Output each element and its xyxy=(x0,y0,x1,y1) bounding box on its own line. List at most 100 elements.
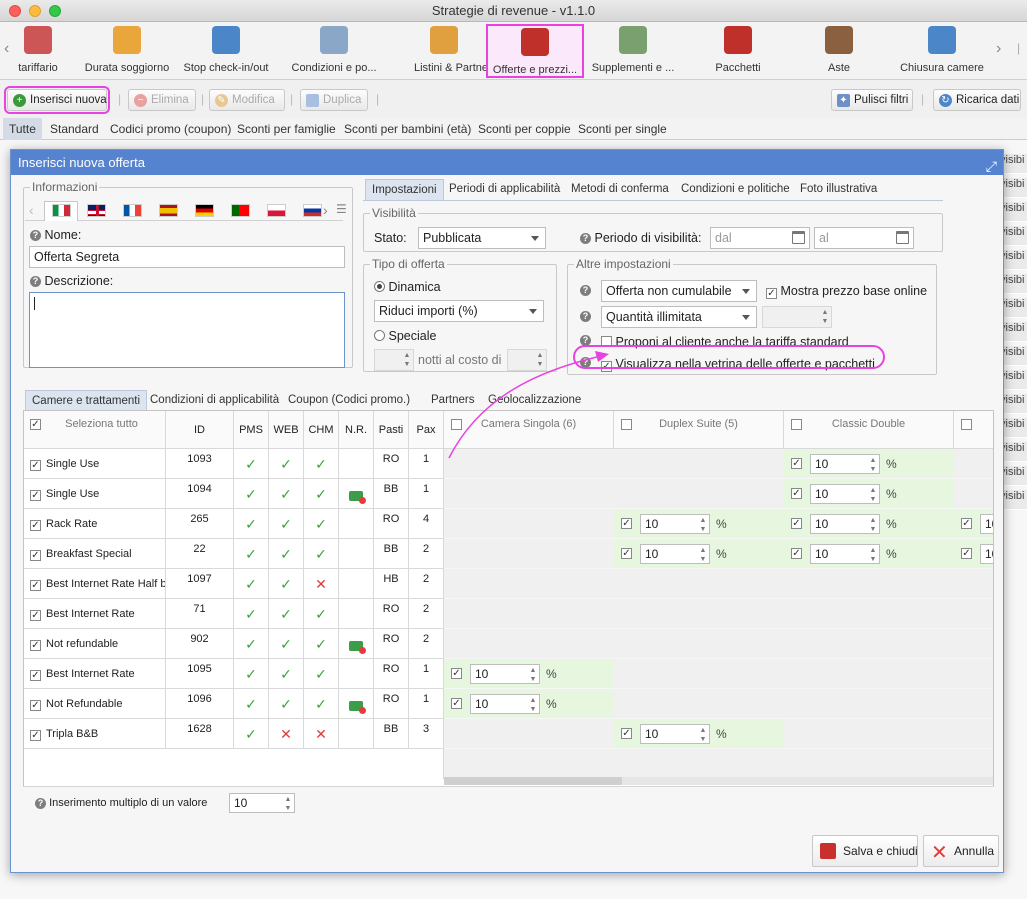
flag-uk-icon[interactable] xyxy=(87,204,106,217)
quantity-stepper[interactable]: ▲ ▼ xyxy=(762,306,832,328)
multi-insert-stepper[interactable]: 10 ▲ ▼ xyxy=(229,793,295,813)
toolbar-item-5[interactable]: Listini & Partners xyxy=(414,24,497,78)
show-base-price-row[interactable]: ✓ Mostra prezzo base online xyxy=(766,284,927,299)
toolbar-item-10[interactable]: Chiusura camere xyxy=(895,24,989,78)
duplicate-button[interactable]: Duplica xyxy=(300,89,368,111)
row-checkbox[interactable]: ✓ xyxy=(30,580,41,591)
room-percent-stepper[interactable]: 10▲▼ xyxy=(980,544,993,564)
row-checkbox[interactable]: ✓ xyxy=(30,700,41,711)
grid-cell-name[interactable]: ✓ Single Use xyxy=(24,449,166,479)
filter-tab-2[interactable]: Standard xyxy=(44,118,105,140)
grid-header-name[interactable]: ✓ Seleziona tutto xyxy=(24,411,166,449)
row-checkbox[interactable]: ✓ xyxy=(30,730,41,741)
help-icon[interactable]: ? xyxy=(580,233,591,245)
room-percent-stepper[interactable]: 10▲▼ xyxy=(810,514,880,534)
room-rate-checkbox[interactable]: ✓ xyxy=(451,698,462,709)
filter-tab-4[interactable]: Sconti per famiglie xyxy=(231,118,342,140)
room-percent-stepper[interactable]: 10▲▼ xyxy=(640,514,710,534)
name-input[interactable]: Offerta Segreta xyxy=(29,246,345,268)
flag-italy-icon[interactable] xyxy=(52,204,71,217)
toolbar-item-7[interactable]: Supplementi e ... xyxy=(588,24,678,78)
special-radio[interactable] xyxy=(374,330,385,341)
room-percent-stepper[interactable]: 10▲▼ xyxy=(640,724,710,744)
expand-icon[interactable]: ⤢ xyxy=(986,154,997,179)
toolbar-item-2[interactable]: Durata soggiorno xyxy=(80,24,174,78)
row-checkbox[interactable]: ✓ xyxy=(30,670,41,681)
toolbar-item-9[interactable]: Aste xyxy=(805,24,873,78)
flag-portugal-icon[interactable] xyxy=(231,204,250,217)
room-column-header[interactable]: Classic Double xyxy=(784,411,954,449)
room-rate-checkbox[interactable]: ✓ xyxy=(621,518,632,529)
nights-stepper[interactable]: ▲ ▼ xyxy=(374,349,414,371)
toolbar-item-1[interactable]: tariffario xyxy=(12,24,64,78)
filter-tab-1[interactable]: Tutte xyxy=(3,118,42,140)
cancel-button[interactable]: ✕ Annulla xyxy=(923,835,999,867)
horizontal-scroll-thumb[interactable] xyxy=(444,777,622,785)
room-rate-checkbox[interactable]: ✓ xyxy=(621,728,632,739)
settings-tab-5[interactable]: Foto illustrativa xyxy=(794,179,883,200)
add-new-button[interactable]: + Inserisci nuova xyxy=(4,86,110,114)
grid-tab-2[interactable]: Condizioni di applicabilità xyxy=(144,390,285,411)
reload-data-button[interactable]: ↻ Ricarica dati xyxy=(933,89,1021,111)
flag-germany-icon[interactable] xyxy=(195,204,214,217)
toolbar-item-3[interactable]: Stop check-in/out xyxy=(180,24,272,78)
settings-tab-3[interactable]: Metodi di conferma xyxy=(565,179,675,200)
filter-tab-7[interactable]: Sconti per single xyxy=(572,118,673,140)
grid-cell-name[interactable]: ✓ Best Internet Rate xyxy=(24,659,166,689)
grid-cell-name[interactable]: ✓ Breakfast Special xyxy=(24,539,166,569)
list-icon[interactable]: ☰ xyxy=(336,202,347,216)
room-column-checkbox[interactable] xyxy=(791,419,802,430)
filter-tab-6[interactable]: Sconti per coppie xyxy=(472,118,577,140)
grid-cell-name[interactable]: ✓ Rack Rate xyxy=(24,509,166,539)
show-base-price-checkbox[interactable]: ✓ xyxy=(766,288,777,299)
filter-tab-5[interactable]: Sconti per bambini (età) xyxy=(338,118,477,140)
room-rate-checkbox[interactable]: ✓ xyxy=(621,548,632,559)
grid-cell-name[interactable]: ✓ Single Use xyxy=(24,479,166,509)
grid-cell-name[interactable]: ✓ Best Internet Rate xyxy=(24,599,166,629)
room-column-checkbox[interactable] xyxy=(621,419,632,430)
toolbar-item-4[interactable]: Condizioni e po... xyxy=(283,24,385,78)
room-rate-checkbox[interactable]: ✓ xyxy=(451,668,462,679)
grid-tab-3[interactable]: Coupon (Codici promo.) xyxy=(282,390,416,411)
row-checkbox[interactable]: ✓ xyxy=(30,640,41,651)
cumulable-select[interactable]: Offerta non cumulabile xyxy=(601,280,757,302)
help-icon[interactable]: ? xyxy=(580,311,591,322)
maximize-window-button[interactable] xyxy=(49,5,61,17)
visibility-to-input[interactable]: al xyxy=(814,227,914,249)
room-rate-checkbox[interactable]: ✓ xyxy=(791,548,802,559)
clear-filters-button[interactable]: ✦ Pulisci filtri xyxy=(831,89,913,111)
calendar-icon[interactable] xyxy=(792,231,805,244)
select-all-checkbox[interactable]: ✓ xyxy=(30,419,41,430)
room-percent-stepper[interactable]: 10▲▼ xyxy=(810,544,880,564)
row-checkbox[interactable]: ✓ xyxy=(30,610,41,621)
flag-russia-icon[interactable] xyxy=(303,204,322,217)
room-rate-checkbox[interactable]: ✓ xyxy=(791,488,802,499)
settings-tab-2[interactable]: Periodi di applicabilità xyxy=(443,179,566,200)
room-rate-checkbox[interactable]: ✓ xyxy=(791,518,802,529)
help-icon[interactable]: ? xyxy=(35,797,46,809)
grid-cell-name[interactable]: ✓ Not refundable xyxy=(24,629,166,659)
grid-cell-name[interactable]: ✓ Not Refundable xyxy=(24,689,166,719)
row-checkbox[interactable]: ✓ xyxy=(30,460,41,471)
special-radio-row[interactable]: Speciale xyxy=(374,329,436,343)
row-checkbox[interactable]: ✓ xyxy=(30,490,41,501)
room-rate-checkbox[interactable]: ✓ xyxy=(961,548,972,559)
calendar-icon[interactable] xyxy=(896,231,909,244)
settings-tab-1[interactable]: Impostazioni xyxy=(365,179,444,200)
quantity-select[interactable]: Quantità illimitata xyxy=(601,306,757,328)
row-checkbox[interactable]: ✓ xyxy=(30,550,41,561)
description-textarea[interactable] xyxy=(29,292,345,368)
room-column-header[interactable] xyxy=(954,411,993,449)
help-icon[interactable]: ? xyxy=(30,276,41,288)
toolbar-item-8[interactable]: Pacchetti xyxy=(706,24,770,78)
close-window-button[interactable] xyxy=(9,5,21,17)
room-percent-stepper[interactable]: 10▲▼ xyxy=(470,664,540,684)
grid-cell-name[interactable]: ✓ Best Internet Rate Half b xyxy=(24,569,166,599)
help-icon[interactable]: ? xyxy=(30,230,41,242)
chevron-right-icon[interactable]: › xyxy=(323,202,328,218)
flag-spain-icon[interactable] xyxy=(159,204,178,217)
dynamic-radio-row[interactable]: Dinamica xyxy=(374,280,441,294)
row-checkbox[interactable]: ✓ xyxy=(30,520,41,531)
room-percent-stepper[interactable]: 10▲▼ xyxy=(640,544,710,564)
dynamic-mode-select[interactable]: Riduci importi (%) xyxy=(374,300,544,322)
